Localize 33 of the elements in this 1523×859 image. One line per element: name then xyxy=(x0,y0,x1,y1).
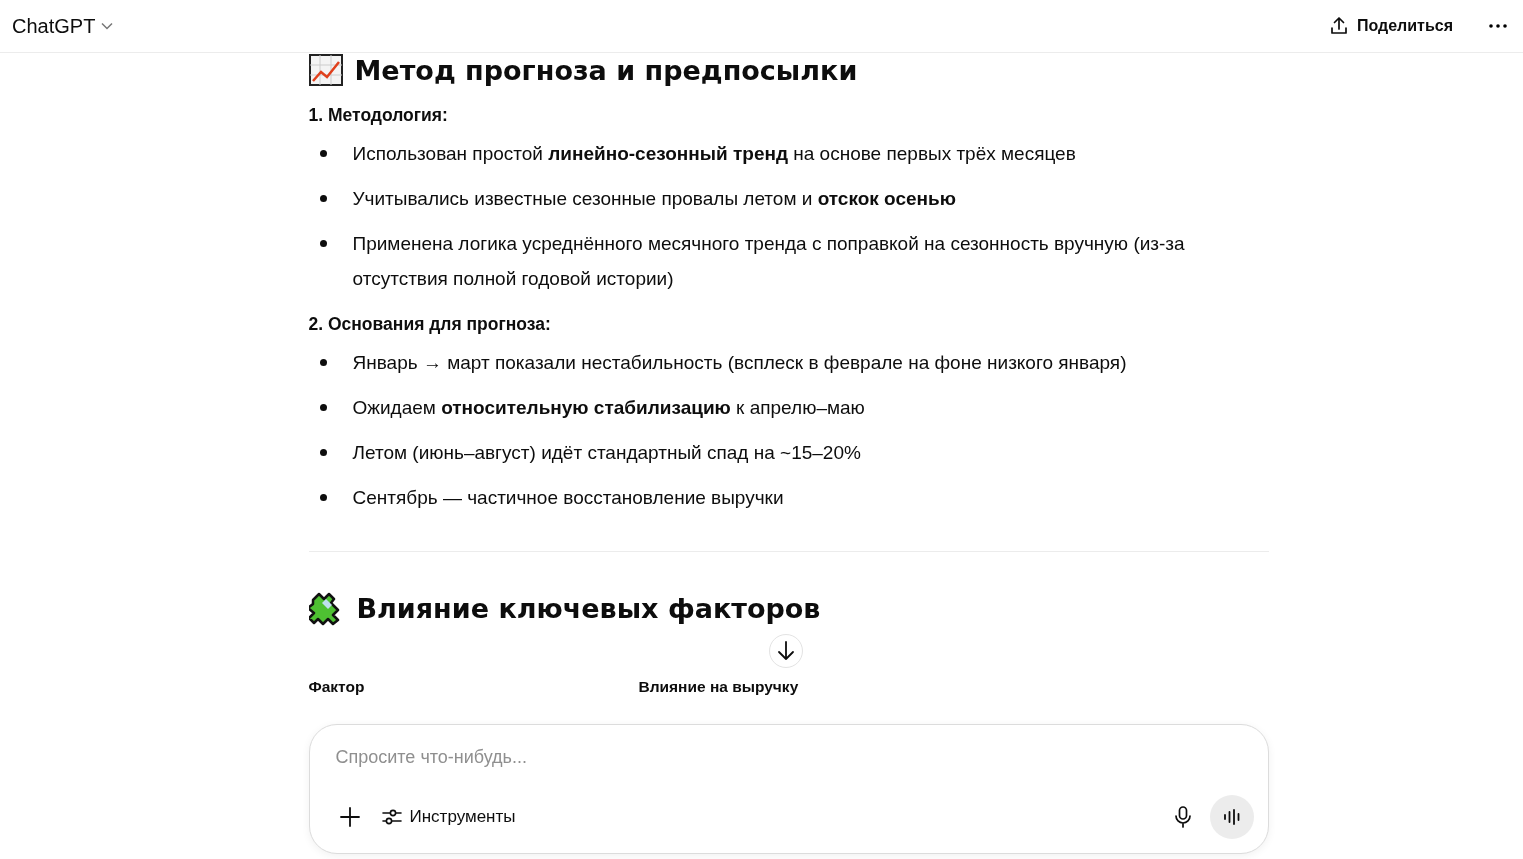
bullet-icon xyxy=(319,195,327,202)
tools-button[interactable]: Инструменты xyxy=(377,803,520,831)
bullet-icon xyxy=(319,404,327,411)
share-button[interactable]: Поделиться xyxy=(1324,12,1457,40)
plus-icon xyxy=(339,807,360,827)
list-item-text: Ожидаем относительную стабилизацию к апрелю–маю xyxy=(352,396,865,420)
sliders-icon xyxy=(381,807,402,827)
bullet-icon xyxy=(319,150,327,157)
chevron-down-icon xyxy=(101,22,114,30)
scroll-down-button[interactable] xyxy=(769,634,803,668)
list-item-text: Январь → март показали нестабильность (всплеск в феврале на фоне низкого января) xyxy=(352,351,1127,375)
list-item-text: Сентябрь — частичное восстановление выручки xyxy=(352,486,784,510)
voice-mode-button[interactable] xyxy=(1209,795,1254,839)
list-item-text: Учитывались известные сезонные провалы летом и отскок осенью xyxy=(352,187,956,211)
more-icon xyxy=(1489,24,1507,28)
list-heading: 1. Методология: xyxy=(308,105,449,126)
section-heading: Метод прогноза и предпосылки xyxy=(354,54,858,86)
section-heading: Влияние ключевых факторов xyxy=(356,592,821,624)
bullet-icon xyxy=(319,359,327,366)
waveform-icon xyxy=(1222,809,1241,825)
bullet-icon xyxy=(319,449,327,456)
microphone-icon xyxy=(1173,806,1192,828)
list-item-text: Использован простой линейно-сезонный тренд на основе первых трёх месяцев xyxy=(352,142,1076,166)
model-selector[interactable]: ChatGPT xyxy=(12,14,114,38)
list-item-text: Летом (июнь–август) идёт стандартный спад на ~15–20% xyxy=(352,441,861,465)
table-header: Фактор xyxy=(308,678,366,696)
arrow-down-icon xyxy=(777,641,795,661)
bullet-icon xyxy=(319,494,327,501)
share-icon xyxy=(1328,16,1349,36)
list-item-text: Применена логика усреднённого месячного тренда с поправкой на сезонность вручную (из-за отсутствия полной годовой истории) xyxy=(352,232,1186,291)
list-heading: 2. Основания для прогноза: xyxy=(308,314,552,335)
table-header: Влияние на выручку xyxy=(638,678,800,696)
bullet-icon xyxy=(319,240,327,247)
